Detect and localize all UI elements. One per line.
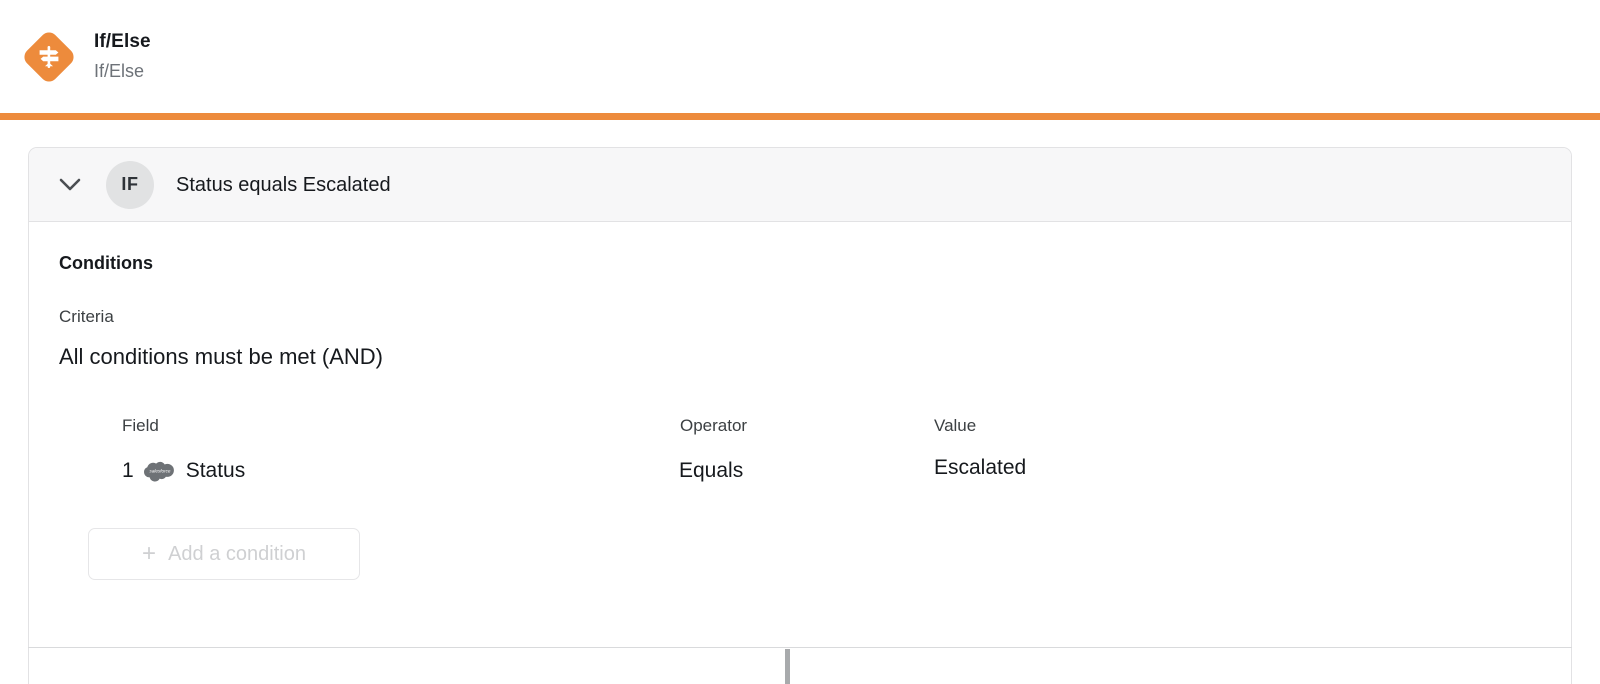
if-branch-header[interactable]: IF Status equals Escalated [29, 148, 1571, 222]
criteria-value: All conditions must be met (AND) [59, 344, 383, 369]
column-header-value: Value [934, 416, 977, 435]
add-condition-button[interactable]: + Add a condition [88, 528, 360, 580]
node-header: If/Else If/Else [0, 0, 1600, 113]
table-header-row: Field Operator Value [59, 415, 1541, 436]
condition-field-cell: 1 salesforce Status [59, 458, 679, 484]
criteria-label: Criteria [59, 307, 114, 326]
chevron-down-icon[interactable] [55, 170, 85, 200]
add-condition-label: Add a condition [168, 542, 306, 565]
if-branch-body: Conditions Criteria All conditions must … [29, 222, 1571, 580]
condition-operator: Equals [679, 459, 744, 482]
column-header-field: Field [122, 416, 159, 435]
conditions-heading: Conditions [59, 253, 153, 273]
if-branch-card: IF Status equals Escalated Conditions Cr… [28, 147, 1572, 647]
page-subtitle: If/Else [94, 61, 145, 81]
conditions-table: Field Operator Value 1 salesforce Status… [59, 415, 1541, 484]
table-row[interactable]: 1 salesforce Status Equals Escalated [59, 456, 1541, 484]
plus-icon: + [142, 540, 157, 567]
condition-value: Escalated [934, 456, 1027, 479]
condition-index: 1 [122, 459, 134, 482]
node-header-text: If/Else If/Else [94, 29, 151, 84]
bottom-panel [28, 648, 1572, 684]
branch-summary: Status equals Escalated [176, 173, 391, 196]
page-title: If/Else [94, 31, 151, 52]
condition-field-name: Status [185, 459, 246, 482]
salesforce-cloud-icon: salesforce [143, 460, 177, 482]
if-badge: IF [106, 160, 154, 209]
accent-rule [0, 113, 1600, 120]
panel-resize-handle[interactable] [785, 649, 790, 684]
if-else-node-panel: If/Else If/Else IF Status equals Escalat… [0, 0, 1600, 684]
if-else-signpost-icon [20, 28, 78, 85]
column-header-operator: Operator [680, 416, 748, 435]
svg-text:salesforce: salesforce [149, 469, 170, 474]
